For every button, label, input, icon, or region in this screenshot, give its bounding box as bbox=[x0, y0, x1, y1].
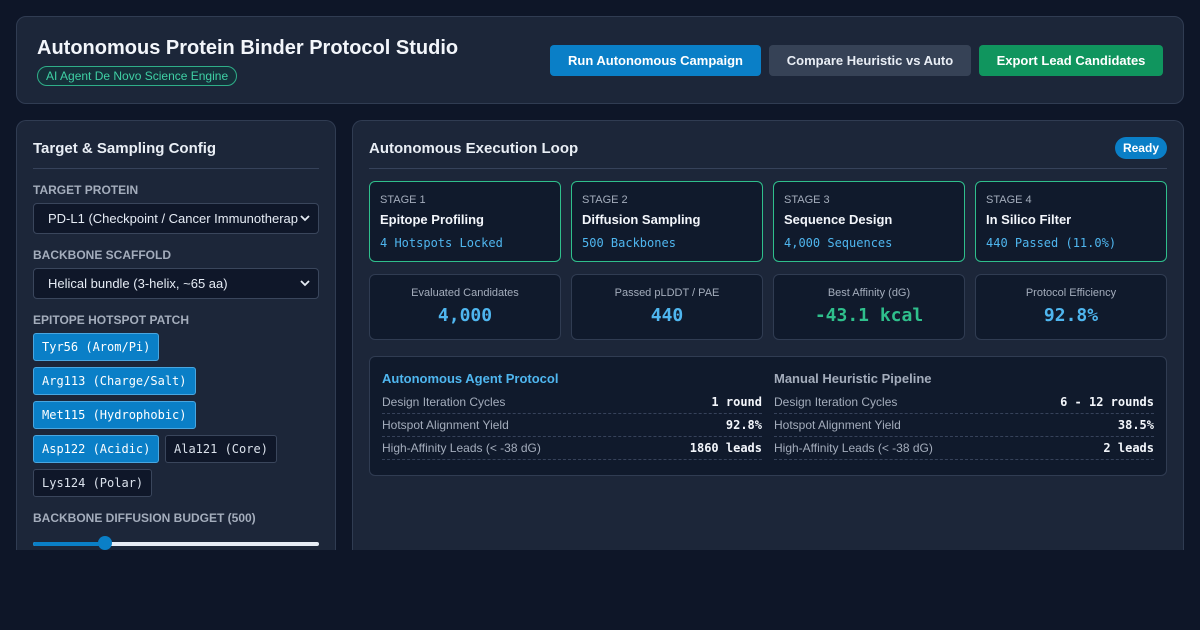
stage-card-2: Stage 2 Diffusion Sampling 500 Backbones bbox=[571, 181, 763, 262]
row-label: Design Iteration Cycles bbox=[382, 395, 506, 409]
row-value: 1860 leads bbox=[689, 441, 762, 455]
chevron-down-icon bbox=[298, 204, 312, 233]
hotspot-chip-arg113[interactable]: Arg113 (Charge/Salt) bbox=[33, 367, 196, 395]
stage-name: Sequence Design bbox=[784, 212, 893, 227]
engine-badge: AI Agent De Novo Science Engine bbox=[37, 66, 238, 86]
metric-passed-plddt: Passed pLDDT / PAE 440 bbox=[571, 274, 763, 340]
metric-value: -43.1 kcal bbox=[814, 305, 924, 326]
hotspot-chip-met115[interactable]: Met115 (Hydrophobic) bbox=[33, 401, 196, 429]
stage-name: Diffusion Sampling bbox=[582, 212, 701, 227]
stage-number: Stage 4 bbox=[986, 194, 1032, 206]
diffusion-budget-slider[interactable] bbox=[33, 536, 319, 550]
stage-number: Stage 3 bbox=[784, 194, 830, 206]
hotspot-chip-ala121[interactable]: Ala121 (Core) bbox=[165, 435, 277, 463]
comparison-row: Hotspot Alignment Yield 38.5% bbox=[774, 414, 1154, 437]
target-protein-select[interactable]: PD-L1 (Checkpoint / Cancer Immunotherapy… bbox=[33, 203, 319, 234]
row-value: 2 leads bbox=[1103, 441, 1154, 455]
backbone-scaffold-select[interactable]: Helical bundle (3-helix, ~65 aa) bbox=[33, 268, 319, 299]
metric-evaluated-candidates: Evaluated Candidates 4,000 bbox=[369, 274, 561, 340]
stage-value: 4,000 Sequences bbox=[784, 236, 893, 250]
stage-card-3: Stage 3 Sequence Design 4,000 Sequences bbox=[773, 181, 965, 262]
app-header: Autonomous Protein Binder Protocol Studi… bbox=[16, 16, 1184, 104]
row-label: Hotspot Alignment Yield bbox=[774, 418, 901, 432]
backbone-scaffold-value: Helical bundle (3-helix, ~65 aa) bbox=[48, 276, 228, 291]
metric-protocol-efficiency: Protocol Efficiency 92.8% bbox=[975, 274, 1167, 340]
metric-label: Passed pLDDT / PAE bbox=[614, 287, 720, 299]
execution-divider bbox=[369, 168, 1167, 169]
protocol-comparison: Autonomous Agent Protocol Design Iterati… bbox=[369, 356, 1167, 476]
manual-pipeline-title: Manual Heuristic Pipeline bbox=[774, 371, 932, 386]
metric-label: Best Affinity (dG) bbox=[827, 287, 911, 299]
stage-value: 500 Backbones bbox=[582, 236, 676, 250]
stage-card-1: Stage 1 Epitope Profiling 4 Hotspots Loc… bbox=[369, 181, 561, 262]
comparison-row: Design Iteration Cycles 6 - 12 rounds bbox=[774, 391, 1154, 414]
metric-value: 4,000 bbox=[437, 305, 493, 326]
metric-best-affinity: Best Affinity (dG) -43.1 kcal bbox=[773, 274, 965, 340]
chevron-down-icon bbox=[298, 269, 312, 298]
metric-value: 92.8% bbox=[1043, 305, 1099, 326]
auto-protocol-title: Autonomous Agent Protocol bbox=[382, 371, 559, 386]
backbone-scaffold-label: Backbone Scaffold bbox=[33, 248, 171, 262]
row-value: 1 round bbox=[711, 395, 762, 409]
execution-panel-title: Autonomous Execution Loop bbox=[369, 140, 579, 157]
row-label: High-Affinity Leads (< -38 dG) bbox=[382, 441, 541, 455]
row-value: 6 - 12 rounds bbox=[1060, 395, 1154, 409]
target-protein-label: Target Protein bbox=[33, 183, 139, 197]
export-leads-button[interactable]: Export Lead Candidates bbox=[979, 45, 1163, 76]
comparison-row: Design Iteration Cycles 1 round bbox=[382, 391, 762, 414]
comparison-row: High-Affinity Leads (< -38 dG) 2 leads bbox=[774, 437, 1154, 460]
stage-value: 4 Hotspots Locked bbox=[380, 236, 503, 250]
row-value: 38.5% bbox=[1117, 418, 1154, 432]
compare-button[interactable]: Compare Heuristic vs Auto bbox=[769, 45, 971, 76]
row-label: Hotspot Alignment Yield bbox=[382, 418, 509, 432]
status-badge: Ready bbox=[1114, 137, 1167, 159]
hotspot-chip-lys124[interactable]: Lys124 (Polar) bbox=[33, 469, 153, 497]
metric-label: Protocol Efficiency bbox=[1025, 287, 1117, 299]
stage-number: Stage 1 bbox=[380, 194, 426, 206]
slider-thumb[interactable] bbox=[97, 536, 112, 550]
run-campaign-button[interactable]: Run Autonomous Campaign bbox=[550, 45, 761, 76]
diffusion-budget-label: Backbone Diffusion Budget (500) bbox=[33, 511, 256, 525]
comparison-row: High-Affinity Leads (< -38 dG) 1860 lead… bbox=[382, 437, 762, 460]
stage-name: Epitope Profiling bbox=[380, 212, 484, 227]
auto-protocol-column: Autonomous Agent Protocol Design Iterati… bbox=[382, 371, 762, 460]
row-value: 92.8% bbox=[725, 418, 762, 432]
config-divider bbox=[33, 168, 319, 169]
hotspot-chip-asp122[interactable]: Asp122 (Acidic) bbox=[33, 435, 160, 463]
stage-card-4: Stage 4 In Silico Filter 440 Passed (11.… bbox=[975, 181, 1167, 262]
stage-number: Stage 2 bbox=[582, 194, 628, 206]
hotspot-patch-label: Epitope Hotspot Patch bbox=[33, 313, 190, 327]
target-protein-value: PD-L1 (Checkpoint / Cancer Immunotherapy… bbox=[48, 211, 309, 226]
config-panel: Target & Sampling Config Target Protein … bbox=[16, 120, 336, 550]
config-panel-title: Target & Sampling Config bbox=[33, 140, 217, 157]
metric-value: 440 bbox=[650, 305, 684, 326]
row-label: High-Affinity Leads (< -38 dG) bbox=[774, 441, 933, 455]
slider-fill bbox=[33, 542, 105, 546]
execution-panel: Autonomous Execution Loop Ready Stage 1 … bbox=[352, 120, 1184, 550]
stage-name: In Silico Filter bbox=[986, 212, 1072, 227]
stage-value: 440 Passed (11.0%) bbox=[986, 236, 1117, 250]
row-label: Design Iteration Cycles bbox=[774, 395, 898, 409]
app-title: Autonomous Protein Binder Protocol Studi… bbox=[37, 37, 459, 59]
hotspot-chip-tyr56[interactable]: Tyr56 (Arom/Pi) bbox=[33, 333, 160, 361]
comparison-row: Hotspot Alignment Yield 92.8% bbox=[382, 414, 762, 437]
metric-label: Evaluated Candidates bbox=[411, 287, 519, 299]
manual-pipeline-column: Manual Heuristic Pipeline Design Iterati… bbox=[774, 371, 1154, 460]
